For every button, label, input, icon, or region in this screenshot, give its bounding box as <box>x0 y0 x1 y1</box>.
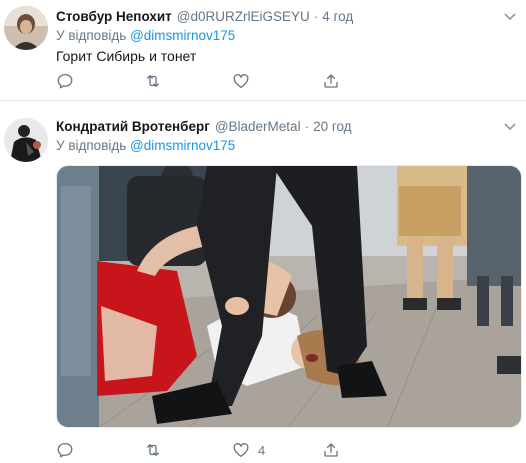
separator-dot: · <box>313 9 319 24</box>
reply-mention-link[interactable]: @dimsmirnov175 <box>130 138 235 153</box>
reply-prefix: У відповідь <box>56 138 127 153</box>
tweet-header: Стовбур Непохит @d0RURZrlEiGSEYU · 4 год <box>56 9 353 24</box>
tweet-photo[interactable] <box>56 165 522 428</box>
tweet[interactable]: Кондратий Вротенберг @BladerMetal · 20 год … <box>0 100 526 463</box>
display-name[interactable]: Стовбур Непохит <box>56 9 172 24</box>
share-icon <box>324 443 338 457</box>
share-button[interactable] <box>322 440 340 460</box>
share-button[interactable] <box>322 71 340 91</box>
reply-button[interactable] <box>56 71 82 91</box>
reply-context: У відповідь @dimsmirnov175 <box>56 138 235 153</box>
tweet-actions: 4 <box>56 440 526 460</box>
like-button[interactable]: 4 <box>232 440 265 460</box>
tweet-header: Кондратий Вротенберг @BladerMetal · 20 год <box>56 119 352 134</box>
reply-mention-link[interactable]: @dimsmirnov175 <box>130 28 235 43</box>
tweet-actions <box>56 71 526 91</box>
like-count: 4 <box>258 442 266 458</box>
like-button[interactable] <box>232 71 258 91</box>
chevron-down-icon[interactable] <box>504 13 516 21</box>
tweet-text: Горит Сибирь и тонет <box>56 48 197 64</box>
separator-dot: · <box>304 119 310 134</box>
retweet-button[interactable] <box>144 440 170 460</box>
user-handle[interactable]: @BladerMetal <box>215 119 301 134</box>
timestamp[interactable]: 4 год <box>322 9 353 24</box>
reply-context: У відповідь @dimsmirnov175 <box>56 28 235 43</box>
like-icon <box>233 73 249 89</box>
reply-icon <box>57 442 73 458</box>
user-handle[interactable]: @d0RURZrlEiGSEYU <box>177 9 310 24</box>
tweet[interactable]: Стовбур Непохит @d0RURZrlEiGSEYU · 4 год У … <box>0 0 526 100</box>
reply-prefix: У відповідь <box>56 28 127 43</box>
display-name[interactable]: Кондратий Вротенберг <box>56 119 210 134</box>
reply-icon <box>57 73 73 89</box>
like-icon <box>233 442 249 458</box>
share-icon <box>324 74 338 88</box>
retweet-icon <box>147 444 159 456</box>
avatar[interactable] <box>4 118 48 162</box>
retweet-button[interactable] <box>144 71 170 91</box>
retweet-icon <box>147 75 159 87</box>
reply-button[interactable] <box>56 440 82 460</box>
timestamp[interactable]: 20 год <box>313 119 351 134</box>
chevron-down-icon[interactable] <box>504 123 516 131</box>
avatar[interactable] <box>4 6 48 50</box>
